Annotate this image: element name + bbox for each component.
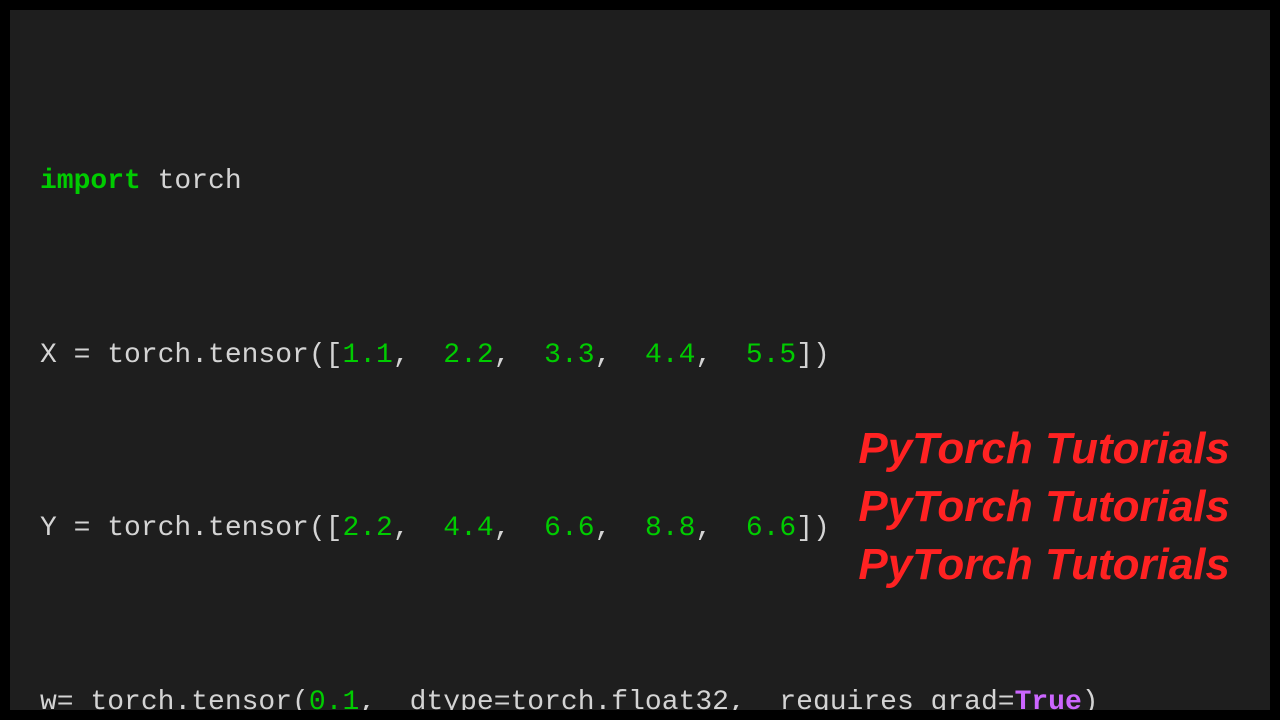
code-line-2: X = torch.tensor([1.1, 2.2, 3.3, 4.4, 5.… — [40, 334, 1240, 377]
code-line-4: w= torch.tensor(0.1, dtype=torch.float32… — [40, 681, 1240, 710]
watermark-line-2: PyTorch Tutorials — [858, 482, 1230, 532]
watermark-line-3: PyTorch Tutorials — [858, 540, 1230, 590]
watermark-area: PyTorch Tutorials PyTorch Tutorials PyTo… — [858, 424, 1230, 590]
code-line-1: import torch — [40, 160, 1240, 203]
watermark-line-1: PyTorch Tutorials — [858, 424, 1230, 474]
screen: import torch X = torch.tensor([1.1, 2.2,… — [10, 10, 1270, 710]
code-area: import torch X = torch.tensor([1.1, 2.2,… — [10, 10, 1270, 710]
